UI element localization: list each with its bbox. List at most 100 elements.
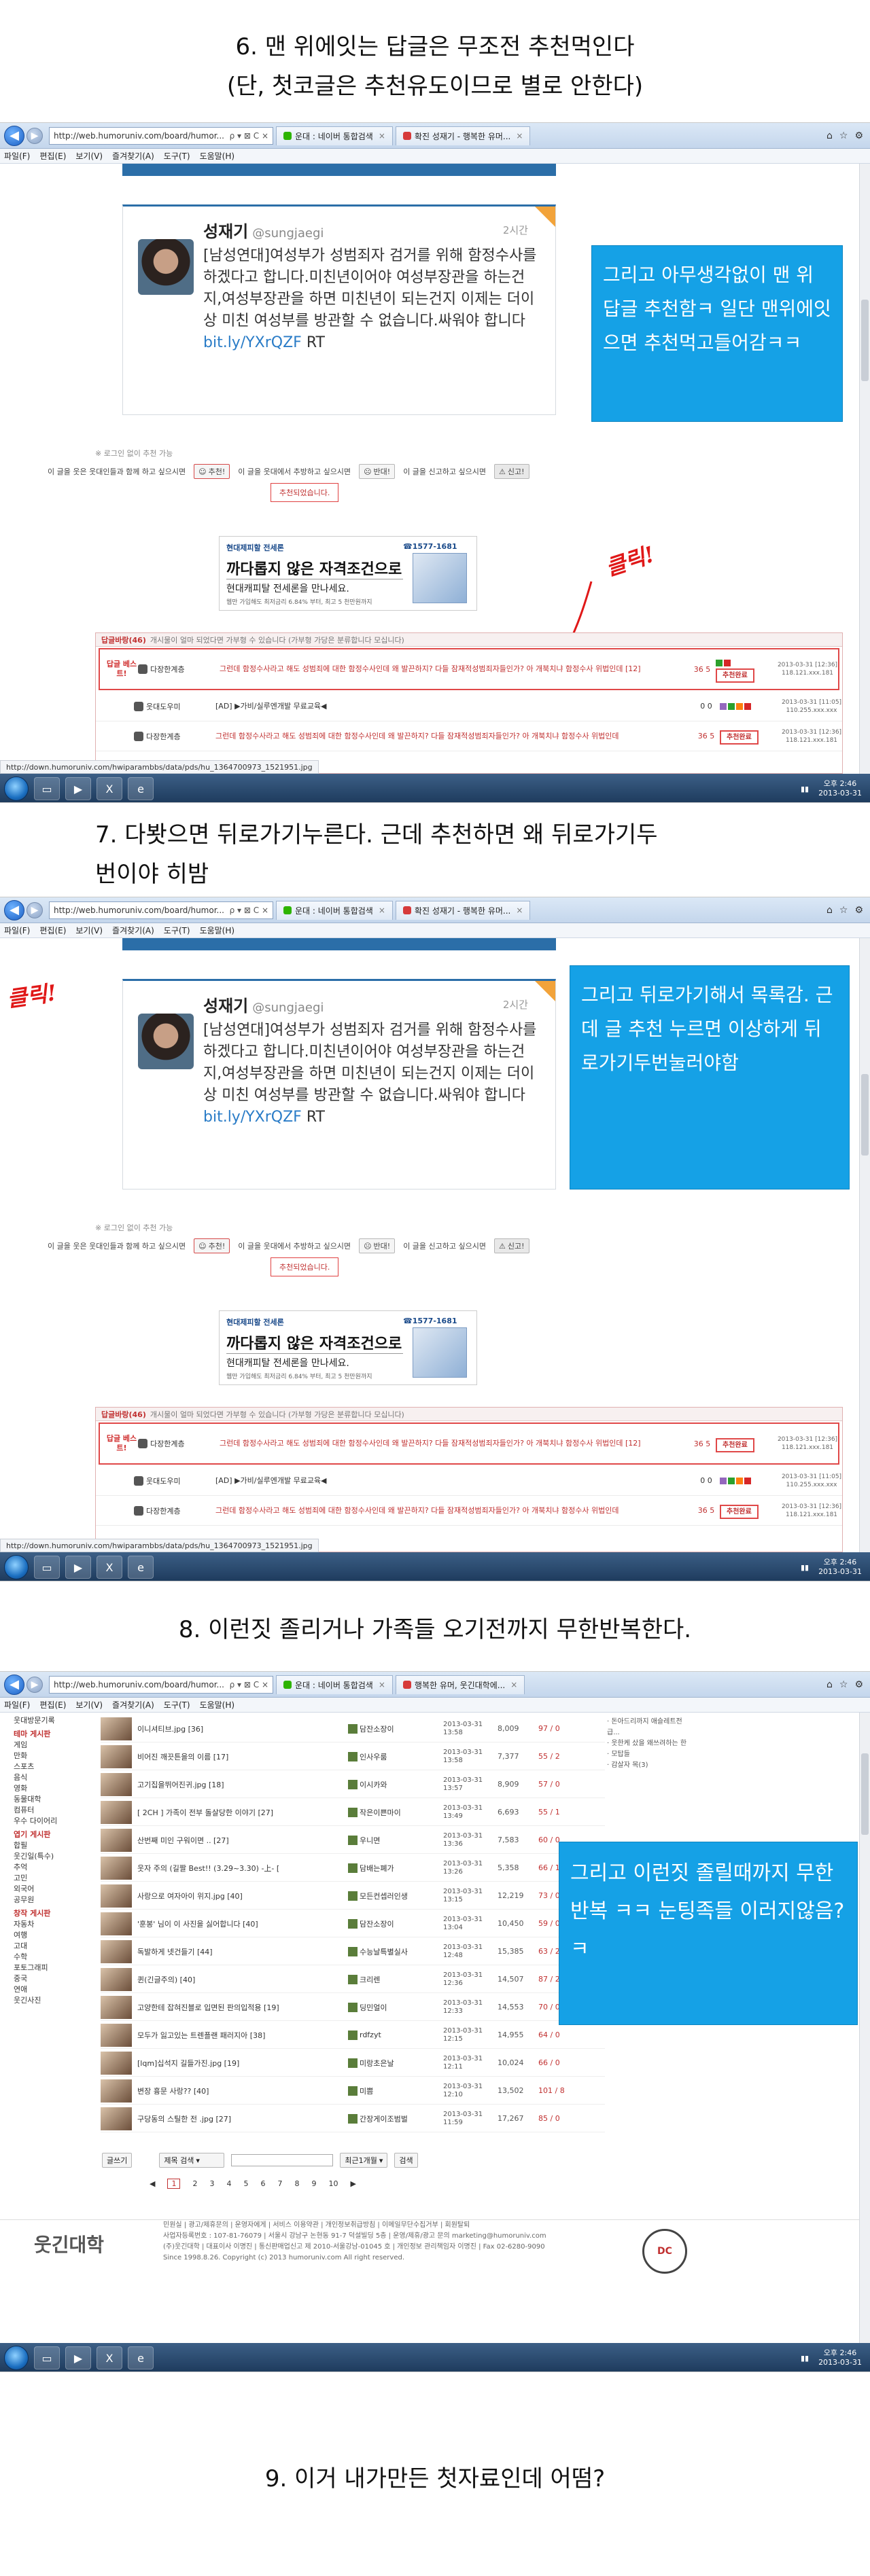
back-button[interactable]: ◀: [4, 1674, 24, 1695]
side-nav-item[interactable]: 웃긴일(특수): [14, 1851, 95, 1862]
post-title[interactable]: [ 2CH ] 가족이 전부 돌살당한 이야기 [27]: [137, 1807, 280, 1818]
post-title[interactable]: '훈봉' 님이 이 사진을 싫어합니다 [40]: [137, 1918, 280, 1929]
post-author[interactable]: 미쁨: [348, 2086, 443, 2096]
address-bar[interactable]: http://web.humoruniv.com/board/humor... …: [49, 1675, 273, 1694]
list-item[interactable]: 이니셔티브.jpg [36] 담잔소장이 2013-03-31 13:58 8,009…: [101, 1715, 605, 1742]
post-title[interactable]: 산번째 미인 구워이면 .. [27]: [137, 1835, 280, 1846]
list-item[interactable]: 고양한테 잡혀진블로 입면된 판의입적용 [19] 딩민얼이 2013-03-31 …: [101, 1994, 605, 2021]
up-icon[interactable]: [716, 659, 723, 666]
oppose-button[interactable]: ☹ 반대!: [359, 1238, 396, 1253]
page-link[interactable]: 5: [243, 2179, 248, 2188]
post-author[interactable]: 크리렌: [348, 1974, 443, 1985]
page-link[interactable]: 1: [167, 2179, 181, 2189]
recommend-done-button[interactable]: 추천완료: [716, 1437, 754, 1452]
address-controls[interactable]: ρ ▾ ⊠ C ×: [230, 1680, 268, 1689]
prev-page-icon[interactable]: ◀: [150, 2179, 155, 2188]
vote-icon[interactable]: [744, 702, 751, 710]
side-nav-item[interactable]: 웃대방문기록: [14, 1715, 95, 1726]
search-input[interactable]: [231, 2154, 334, 2166]
address-bar[interactable]: http://web.humoruniv.com/board/humor... …: [49, 901, 273, 919]
forward-button[interactable]: ▶: [27, 1676, 43, 1693]
post-author[interactable]: 담잔소장이: [348, 1918, 443, 1929]
star-icon[interactable]: ☆: [839, 130, 848, 141]
tab-humor[interactable]: 확진 성재기 - 행복한 유머... ×: [395, 900, 531, 920]
list-item[interactable]: 사랑으로 여자아이 위지.jpg [40] 모든컨셉러인생 2013-03-31 1…: [101, 1882, 605, 1910]
menu-help[interactable]: 도움말(H): [200, 925, 235, 936]
ie-icon[interactable]: e: [128, 1556, 154, 1579]
right-column-item[interactable]: · 웃한케 샀을 왜쓰려하는 한: [607, 1738, 690, 1749]
back-button[interactable]: ◀: [4, 899, 24, 920]
excel-icon[interactable]: X: [97, 2346, 122, 2369]
page-link[interactable]: 3: [209, 2179, 214, 2188]
post-title[interactable]: 비어진 깨끗튼을의 이름 [17]: [137, 1751, 280, 1762]
scroll-thumb[interactable]: [861, 1074, 869, 1156]
list-item[interactable]: 변장 흉문 사랑?? [40] 미쁨 2013-03-31 12:10 13,502 1…: [101, 2077, 605, 2105]
write-button[interactable]: 글쓰기: [102, 2153, 133, 2168]
down-icon[interactable]: [724, 659, 731, 666]
list-item[interactable]: 퀸(긴글주의) [40] 크리렌 2013-03-31 12:36 14,507 87 …: [101, 1966, 605, 1993]
tab-humor[interactable]: 확진 성재기 - 행복한 유머... ×: [395, 126, 531, 145]
clock[interactable]: 오후 2:46 2013-03-31: [818, 2348, 862, 2367]
side-nav-item[interactable]: 추억: [14, 1862, 95, 1873]
vote-icon[interactable]: [720, 702, 727, 710]
ie-icon[interactable]: e: [128, 2346, 154, 2369]
tab-naver[interactable]: 운대 : 네이버 통합검색 ×: [276, 1675, 393, 1694]
footer-links[interactable]: 민원실 | 광고/제휴문의 | 운영자에게 | 서비스 이용약관 | 개인정보취…: [163, 2220, 859, 2231]
address-controls[interactable]: ρ ▾ ⊠ C ×: [230, 906, 268, 915]
menu-help[interactable]: 도움말(H): [200, 150, 235, 162]
page-link[interactable]: 8: [294, 2179, 299, 2188]
vote-icon[interactable]: [744, 1477, 751, 1484]
tweet-link[interactable]: bit.ly/YXrQZF: [203, 334, 302, 351]
post-title[interactable]: 고기집을뛰어진귀.jpg [18]: [137, 1779, 280, 1790]
list-item[interactable]: 웃자 주의 (길짤 Best!! (3.29~3.30) -上- [32] 담배는…: [101, 1855, 605, 1882]
list-item[interactable]: [ 2CH ] 가족이 전부 돌살당한 이야기 [27] 작은이쁜마이 2013-0…: [101, 1799, 605, 1826]
media-player-icon[interactable]: ▶: [65, 1556, 91, 1579]
right-column-item[interactable]: · 모탑들: [607, 1749, 690, 1760]
post-author[interactable]: 간장게이조범벌: [348, 2113, 443, 2124]
network-icon[interactable]: ▮▮: [801, 1563, 809, 1572]
menu-tools[interactable]: 도구(T): [164, 1699, 190, 1711]
post-author[interactable]: 딩민얼이: [348, 2002, 443, 2013]
post-title[interactable]: 이니셔티브.jpg [36]: [137, 1723, 280, 1734]
media-player-icon[interactable]: ▶: [65, 2346, 91, 2369]
side-nav-item[interactable]: 음식: [14, 1772, 95, 1783]
gear-icon[interactable]: ⚙: [854, 1679, 863, 1690]
right-column-item[interactable]: · 감살자 목(3): [607, 1760, 690, 1771]
address-controls[interactable]: ρ ▾ ⊠ C ×: [230, 131, 268, 141]
oppose-button[interactable]: ☹ 반대!: [359, 464, 396, 479]
excel-icon[interactable]: X: [97, 1556, 122, 1579]
page-link[interactable]: 6: [260, 2179, 265, 2188]
close-icon[interactable]: ×: [379, 1680, 385, 1689]
menu-edit[interactable]: 편집(E): [39, 150, 66, 162]
forward-button[interactable]: ▶: [27, 901, 43, 918]
gear-icon[interactable]: ⚙: [854, 905, 863, 916]
list-item[interactable]: 모두가 잃고있는 트렌플랜 패러지아 [38] rdfzyt 2013-03-31 …: [101, 2022, 605, 2049]
list-item[interactable]: '훈봉' 님이 이 사진을 싫어합니다 [40] 담잔소장이 2013-03-31 …: [101, 1910, 605, 1937]
menu-view[interactable]: 보기(V): [75, 150, 103, 162]
network-icon[interactable]: ▮▮: [801, 2354, 809, 2363]
list-item[interactable]: 구당동의 스틸한 전 .jpg [27] 간장게이조범벌 2013-03-31 11…: [101, 2105, 605, 2132]
report-button[interactable]: ⚠ 신고!: [494, 464, 529, 479]
page-link[interactable]: 7: [277, 2179, 282, 2188]
comment-nick[interactable]: 다장한계층: [138, 1438, 220, 1449]
list-item[interactable]: 산번째 미인 구워이면 .. [27] 우니면 2013-03-31 13:36 7,…: [101, 1827, 605, 1854]
post-title[interactable]: 사랑으로 여자아이 위지.jpg [40]: [137, 1891, 280, 1901]
scroll-thumb[interactable]: [861, 1753, 869, 1835]
recommend-done-button[interactable]: 추천완료: [720, 730, 759, 745]
post-title[interactable]: 웃자 주의 (길짤 Best!! (3.29~3.30) -上- [32]: [137, 1863, 280, 1874]
menu-favorites[interactable]: 즐겨찾기(A): [112, 1699, 154, 1711]
star-icon[interactable]: ☆: [839, 1679, 848, 1690]
recommend-button[interactable]: ☺ 추천!: [194, 1238, 230, 1253]
post-title[interactable]: 고양한테 잡혀진블로 입면된 판의입적용 [19]: [137, 2002, 280, 2013]
start-button[interactable]: [4, 1555, 29, 1579]
page-link[interactable]: 10: [328, 2179, 338, 2188]
side-nav-item[interactable]: 포토그래피: [14, 1963, 95, 1973]
period-select[interactable]: 최근1개월 ▾: [340, 2153, 388, 2168]
post-title[interactable]: 모두가 잃고있는 트렌플랜 패러지아 [38]: [137, 2030, 280, 2041]
side-nav-item[interactable]: 컴퓨터: [14, 1805, 95, 1816]
home-icon[interactable]: ⌂: [826, 130, 833, 141]
star-icon[interactable]: ☆: [839, 905, 848, 916]
vote-icon[interactable]: [728, 1477, 735, 1484]
report-button[interactable]: ⚠ 신고!: [494, 1238, 529, 1253]
list-item[interactable]: 고기집을뛰어진귀.jpg [18] 이시카와 2013-03-31 13:57 8,9…: [101, 1771, 605, 1798]
